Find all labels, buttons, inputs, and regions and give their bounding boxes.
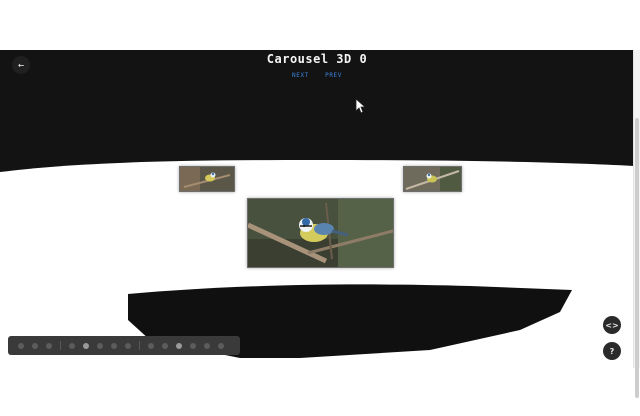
code-button[interactable]: <>	[603, 316, 621, 334]
toolbar-divider	[139, 341, 140, 350]
tool-icon[interactable]	[148, 342, 154, 349]
bird-photo	[404, 167, 461, 191]
code-icon: <>	[605, 320, 619, 330]
next-link[interactable]: NEXT	[292, 72, 309, 79]
help-icon: ?	[609, 346, 615, 356]
tool-icon[interactable]	[204, 342, 210, 349]
tool-icon[interactable]	[125, 342, 131, 349]
help-button[interactable]: ?	[603, 342, 621, 360]
carousel-card-front[interactable]	[247, 198, 394, 268]
prev-link[interactable]: PREV	[325, 72, 342, 79]
tool-icon[interactable]	[69, 342, 75, 349]
scrollbar-thumb[interactable]	[635, 118, 639, 398]
tool-icon[interactable]	[18, 342, 24, 349]
page-top-margin	[0, 0, 640, 50]
tool-icon[interactable]	[46, 342, 52, 349]
tool-icon[interactable]	[176, 342, 182, 349]
editor-toolbar	[8, 336, 240, 355]
tool-icon[interactable]	[111, 342, 117, 349]
page-title: Carousel 3D 0	[266, 52, 368, 66]
bird-photo	[248, 199, 393, 267]
tool-icon[interactable]	[32, 342, 38, 349]
tool-icon[interactable]	[97, 342, 103, 349]
tool-icon[interactable]	[83, 342, 89, 349]
carousel-nav: NEXT PREV	[0, 72, 634, 79]
mouse-cursor-icon	[355, 98, 365, 114]
tool-icon[interactable]	[162, 342, 168, 349]
toolbar-divider	[60, 341, 61, 350]
carousel-card-right[interactable]	[403, 166, 462, 192]
page-scrollbar[interactable]	[633, 50, 640, 398]
carousel-card-left[interactable]	[179, 166, 235, 192]
bird-photo	[180, 167, 234, 191]
tool-icon[interactable]	[190, 342, 196, 349]
tool-icon[interactable]	[218, 342, 224, 349]
carousel-stage: ← Carousel 3D 0 NEXT PREV	[0, 50, 634, 368]
